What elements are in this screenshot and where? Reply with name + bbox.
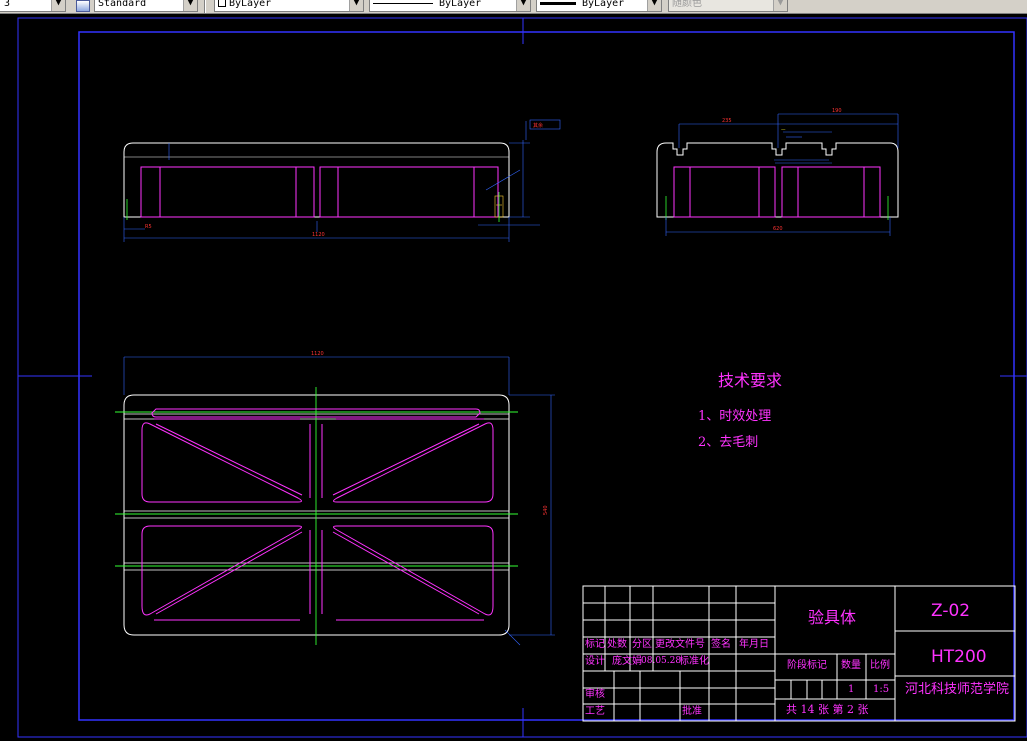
tb-header-count: 处数 [607,639,627,650]
text-style-icon[interactable] [76,0,90,12]
tb-scale: 1:5 [873,684,890,695]
text-style-combo[interactable]: Standard ▼ [94,0,198,12]
text-style-value: Standard [98,0,147,9]
plotstyle-value: 随颜色 [672,0,702,9]
tb-designer: 庞文娟 [612,656,642,667]
dim-side-slot: 190 [832,108,842,114]
dim-front-length: 1120 [312,232,325,238]
dim-surface-note: 其余 [533,122,543,129]
tb-approve-label: 批准 [682,706,702,717]
lineweight-value: ByLayer [582,0,625,9]
color-value: ByLayer [229,0,272,9]
left-combo[interactable]: 3 ▼ [0,0,66,12]
properties-toolbar: 3 ▼ Standard ▼ ByLayer ▼ ByLayer ▼ ByLay… [0,0,1027,14]
tb-stage-label: 阶段标记 [787,660,827,671]
dim-top-length: 1120 [311,351,324,357]
linetype-combo[interactable]: ByLayer ▼ [369,0,531,12]
linetype-sample [373,2,433,4]
tb-quantity: 1 [848,684,855,695]
tb-sheets: 共 14 张 第 2 张 [786,703,869,716]
tb-standardize-label: 标准化 [679,656,709,667]
chevron-down-icon[interactable]: ▼ [516,0,530,11]
chevron-down-icon: ▼ [773,0,787,11]
lineweight-combo[interactable]: ByLayer ▼ [536,0,662,12]
tech-requirements-title: 技术要求 [718,371,783,390]
dim-side-small: 235 [722,118,732,124]
tb-quantity-label: 数量 [841,660,861,671]
tech-requirement-item: 2、去毛刺 [698,435,759,450]
drawing-canvas[interactable]: 1120 其余 R5 620 235 190 — 1120 540 技术要求 1… [0,14,1027,741]
chevron-down-icon[interactable]: ▼ [647,0,661,11]
lineweight-sample [540,1,576,5]
tb-part-name: 验具体 [808,608,857,627]
color-swatch [218,0,226,7]
tb-header-mark: 标记 [585,639,605,650]
tb-material: HT200 [931,647,987,667]
dim-side-slot-small: — [781,128,786,133]
chevron-down-icon[interactable]: ▼ [183,0,197,11]
dim-top-height: 540 [543,505,549,515]
left-combo-value: 3 [4,0,11,9]
tech-requirement-item: 1、时效处理 [698,409,772,424]
cad-drawing: 1120 其余 R5 620 235 190 — 1120 540 [0,14,1027,741]
toolbar-separator [204,0,206,13]
tb-scale-label: 比例 [870,660,890,671]
tb-header-date: 年月日 [739,639,769,650]
plotstyle-combo: 随颜色 ▼ [668,0,788,12]
tb-school: 河北科技师范学院 [905,682,1010,697]
dim-corner-note: R5 [145,224,152,230]
dim-side-width: 620 [773,226,783,232]
color-combo[interactable]: ByLayer ▼ [214,0,364,12]
tb-design-date: 08.05.28 [641,656,682,666]
chevron-down-icon[interactable]: ▼ [349,0,363,11]
tb-header-zone: 分区 [632,639,652,650]
chevron-down-icon[interactable]: ▼ [51,0,65,11]
tb-header-sign: 签名 [711,639,731,650]
tb-drawing-no: Z-02 [931,601,971,621]
tb-header-change-doc: 更改文件号 [655,639,705,650]
tb-process-label: 工艺 [585,706,605,717]
tb-review-label: 审核 [585,689,605,700]
linetype-value: ByLayer [439,0,482,9]
tb-design-label: 设计 [585,656,605,667]
